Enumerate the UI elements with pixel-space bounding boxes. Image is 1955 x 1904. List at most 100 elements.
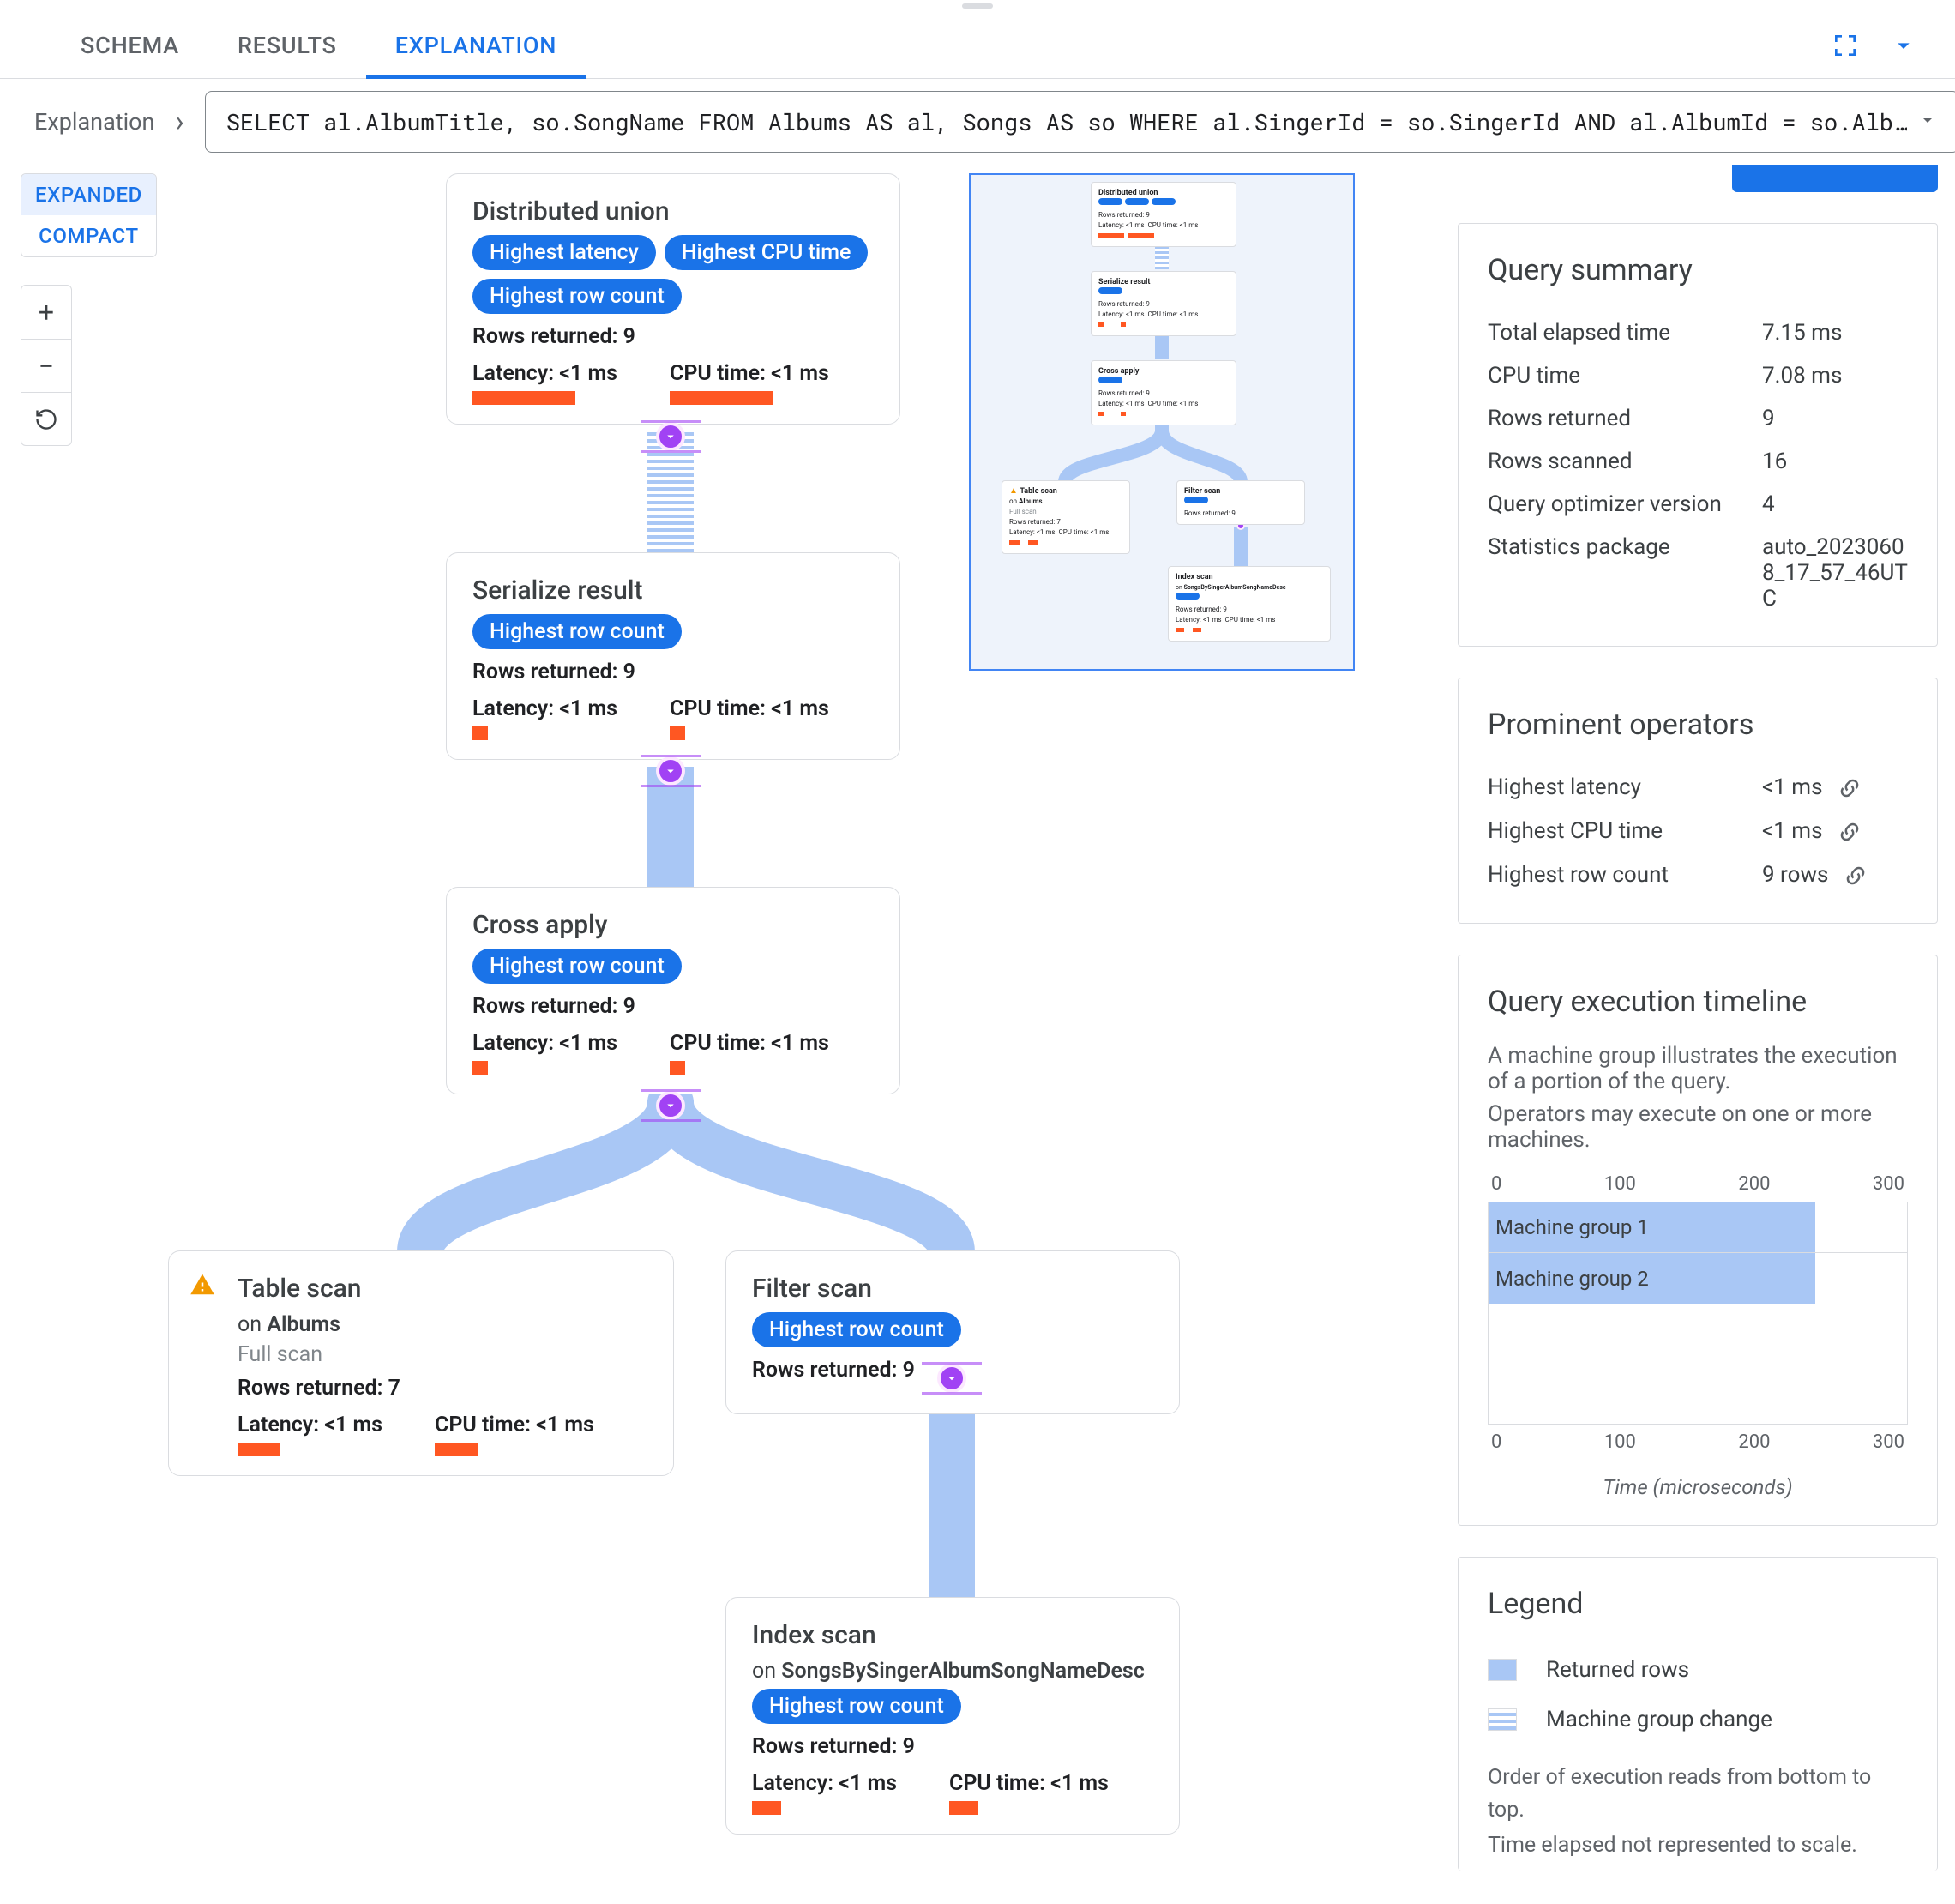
result-tabs: SCHEMA RESULTS EXPLANATION: [0, 12, 1955, 79]
node-title: Table scan: [238, 1274, 647, 1304]
latency-bar: [752, 1801, 781, 1815]
collapse-toggle[interactable]: [656, 422, 685, 451]
cpu-bar: [670, 1061, 685, 1075]
query-text: SELECT al.AlbumTitle, so.SongName FROM A…: [226, 107, 1908, 137]
latency-bar: [472, 391, 575, 405]
link-icon[interactable]: [1837, 819, 1862, 845]
dropdown-caret-icon: [1917, 110, 1938, 134]
tab-explanation[interactable]: EXPLANATION: [366, 12, 586, 78]
cpu-label: CPU time: <1 ms: [435, 1413, 598, 1437]
timeline-track-empty: [1488, 1304, 1908, 1425]
tab-schema[interactable]: SCHEMA: [51, 12, 208, 78]
node-index-scan[interactable]: Index scan on SongsBySingerAlbumSongName…: [725, 1597, 1180, 1835]
timeline-axis-bottom: 0 100 200 300: [1488, 1425, 1908, 1460]
summary-row: CPU time 7.08 ms: [1488, 354, 1908, 397]
side-panels: Query summary Total elapsed time 7.15 ms…: [1458, 165, 1955, 1904]
tick: 100: [1604, 1173, 1636, 1195]
legend-footnote: Time elapsed not represented to scale.: [1488, 1829, 1908, 1862]
cpu-bar: [435, 1443, 478, 1456]
zoom-out-button[interactable]: −: [21, 339, 71, 392]
plan-canvas[interactable]: EXPANDED COMPACT + −: [0, 165, 1458, 1904]
timeline-card: Query execution timeline A machine group…: [1458, 955, 1938, 1526]
node-table-scan[interactable]: Table scan on Albums Full scan Rows retu…: [168, 1250, 674, 1476]
timeline-track[interactable]: Machine group 2: [1488, 1253, 1908, 1304]
node-title: Serialize result: [472, 575, 874, 606]
badge-highest-rows: Highest row count: [472, 949, 682, 984]
cpu-label: CPU time: <1 ms: [670, 696, 833, 721]
prominent-row: Highest latency <1 ms: [1488, 766, 1908, 810]
summary-key: Statistics package: [1488, 534, 1745, 612]
collapse-toggle[interactable]: [937, 1364, 966, 1393]
tick: 200: [1738, 1431, 1770, 1453]
summary-value: 9: [1762, 406, 1908, 431]
badge-highest-latency: Highest latency: [472, 235, 656, 270]
zoom-reset-button[interactable]: [21, 392, 71, 445]
node-serialize-result[interactable]: Serialize result Highest row count Rows …: [446, 552, 900, 760]
latency-bar: [472, 726, 488, 740]
timeline-chart: 0 100 200 300 Machine group 1 Machine gr…: [1488, 1173, 1908, 1499]
zoom-in-button[interactable]: +: [21, 286, 71, 339]
summary-key: Total elapsed time: [1488, 320, 1745, 346]
cpu-bar: [670, 726, 685, 740]
fullscreen-icon[interactable]: [1828, 28, 1862, 63]
tick: 0: [1491, 1173, 1501, 1195]
node-title: Cross apply: [472, 910, 874, 940]
latency-bar: [238, 1443, 280, 1456]
node-cross-apply[interactable]: Cross apply Highest row count Rows retur…: [446, 887, 900, 1094]
tick: 100: [1604, 1431, 1636, 1453]
legend-card: Legend Returned rows Machine group chang…: [1458, 1557, 1938, 1871]
view-toggle: EXPANDED COMPACT: [21, 173, 157, 257]
prominent-key: Highest latency: [1488, 774, 1745, 801]
prominent-row: Highest row count 9 rows: [1488, 853, 1908, 897]
cpu-label: CPU time: <1 ms: [670, 361, 833, 386]
badge-highest-rows: Highest row count: [752, 1689, 961, 1724]
summary-key: CPU time: [1488, 363, 1745, 389]
node-title: Distributed union: [472, 196, 874, 226]
rows-returned: Rows returned: 9: [752, 1734, 1153, 1759]
legend-swatch-solid: [1488, 1659, 1517, 1681]
cpu-label: CPU time: <1 ms: [670, 1031, 833, 1056]
link-icon[interactable]: [1837, 775, 1862, 801]
link-icon[interactable]: [1843, 863, 1868, 889]
node-distributed-union[interactable]: Distributed union Highest latency Highes…: [446, 173, 900, 425]
prominent-key: Highest row count: [1488, 862, 1745, 889]
summary-row: Query optimizer version 4: [1488, 483, 1908, 526]
card-title: Query summary: [1488, 253, 1908, 287]
query-selector[interactable]: SELECT al.AlbumTitle, so.SongName FROM A…: [205, 91, 1955, 153]
tick: 200: [1738, 1173, 1770, 1195]
panel-resize-handle[interactable]: [0, 0, 1955, 12]
summary-key: Query optimizer version: [1488, 491, 1745, 517]
badge-highest-rows: Highest row count: [752, 1312, 961, 1347]
cpu-label: CPU time: <1 ms: [949, 1771, 1112, 1796]
truncated-action-button[interactable]: [1732, 165, 1938, 192]
legend-item: Returned rows: [1488, 1645, 1908, 1695]
tab-results[interactable]: RESULTS: [208, 12, 366, 78]
view-expanded[interactable]: EXPANDED: [21, 174, 156, 215]
timeline-track[interactable]: Machine group 1: [1488, 1202, 1908, 1253]
legend-label: Returned rows: [1546, 1657, 1689, 1683]
summary-row: Total elapsed time 7.15 ms: [1488, 311, 1908, 354]
node-badges: Highest latency Highest CPU time Highest…: [472, 235, 874, 314]
view-compact[interactable]: COMPACT: [21, 215, 156, 256]
timeline-desc: A machine group illustrates the executio…: [1488, 1043, 1908, 1094]
summary-row: Rows returned 9: [1488, 397, 1908, 440]
timeline-desc: Operators may execute on one or more mac…: [1488, 1101, 1908, 1153]
collapse-toggle[interactable]: [656, 756, 685, 786]
node-detail: Full scan: [238, 1342, 647, 1367]
chevron-right-icon: ›: [175, 105, 183, 139]
timeline-bar: Machine group 1: [1489, 1202, 1815, 1252]
prominent-row: Highest CPU time <1 ms: [1488, 810, 1908, 853]
collapse-panel-icon[interactable]: [1886, 28, 1921, 63]
timeline-xaxis-label: Time (microseconds): [1488, 1475, 1908, 1499]
timeline-axis-top: 0 100 200 300: [1488, 1173, 1908, 1202]
prominent-value: 9 rows: [1762, 862, 1908, 889]
latency-label: Latency: <1 ms: [472, 696, 635, 721]
timeline-bar: Machine group 2: [1489, 1253, 1815, 1304]
summary-value: 7.15 ms: [1762, 320, 1908, 346]
legend-swatch-striped: [1488, 1708, 1517, 1731]
collapse-toggle[interactable]: [656, 1091, 685, 1120]
plan-minimap[interactable]: Distributed union Rows returned: 9 Laten…: [969, 173, 1355, 671]
tick: 300: [1873, 1431, 1904, 1453]
badge-highest-rows: Highest row count: [472, 279, 682, 314]
card-title: Query execution timeline: [1488, 985, 1908, 1019]
